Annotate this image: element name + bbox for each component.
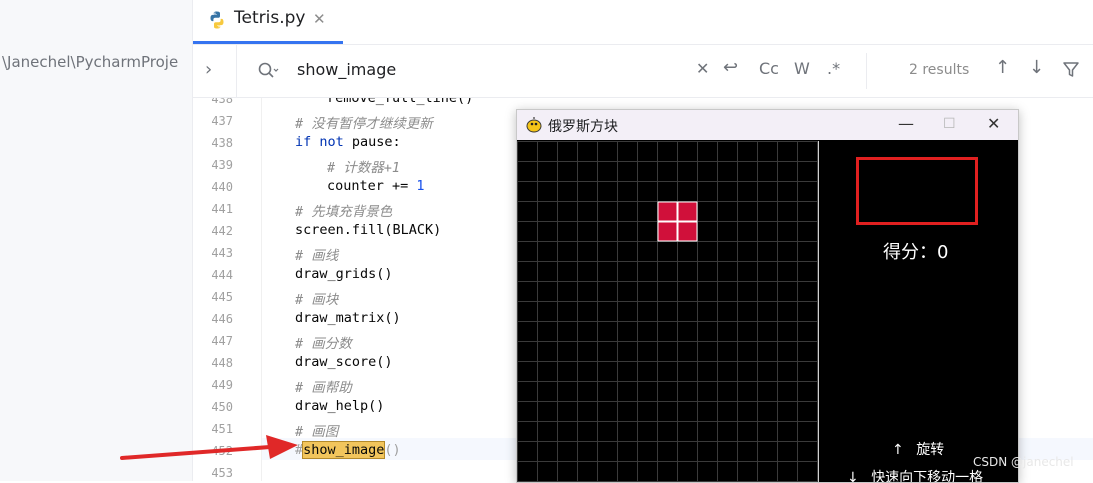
next-piece-preview: [856, 157, 978, 225]
code-line: #show_image(): [295, 441, 401, 459]
code-line: counter += 1: [327, 178, 425, 194]
whole-words-button[interactable]: W: [794, 59, 810, 78]
code-keyword: if not: [295, 134, 344, 150]
line-number: 447: [211, 334, 233, 348]
minimize-button[interactable]: —: [898, 114, 914, 133]
regex-button[interactable]: .*: [827, 59, 840, 78]
results-separator: [866, 53, 867, 89]
code-line: screen.fill(BLACK): [295, 222, 442, 238]
code-line: # 先填充背景色: [295, 200, 392, 220]
code-comment: # 画帮助: [295, 380, 352, 396]
code-line: remove_full_line(): [327, 98, 474, 106]
expand-replace-icon[interactable]: ›: [205, 59, 212, 80]
next-occurrence-icon[interactable]: ↓: [1029, 57, 1044, 78]
tab-label: Tetris.py: [234, 8, 306, 28]
line-number: 445: [211, 290, 233, 304]
help-rotate: ↑ 旋转: [892, 439, 944, 459]
line-number: 442: [211, 224, 233, 238]
search-input[interactable]: [297, 60, 677, 79]
csdn-watermark: CSDN @janechel: [973, 455, 1074, 469]
help-drop-label: 快速向下移动一格: [871, 470, 984, 483]
project-path[interactable]: \Janechel\PycharmProje: [2, 53, 178, 71]
tetris-board[interactable]: [517, 141, 818, 482]
code-comment: # 画分数: [295, 336, 352, 352]
pygame-snake-icon: [526, 117, 542, 133]
project-panel: \Janechel\PycharmProje: [0, 0, 193, 481]
score-display: 得分：0: [883, 242, 949, 263]
line-number: 438: [211, 98, 233, 106]
line-number: 450: [211, 400, 233, 414]
code-line: # 画帮助: [295, 376, 352, 396]
code-comment: # 没有暂停才继续更新: [295, 116, 433, 132]
code-comment: # 画图: [295, 424, 339, 440]
find-bar: › ✕ ↩ Cc W .* 2 results ↑ ↓: [193, 45, 1093, 98]
previous-occurrence-icon[interactable]: ↑: [995, 57, 1010, 78]
line-number: 439: [211, 158, 233, 172]
maximize-button[interactable]: ☐: [943, 116, 956, 132]
line-number: 446: [211, 312, 233, 326]
line-gutter: 438 437 438 439 440 441 442 443 444 445 …: [193, 98, 262, 481]
tetromino-cell: [657, 221, 678, 242]
code-comment: # 计数器+1: [327, 160, 401, 176]
code-text: counter +=: [327, 178, 417, 194]
code-line: # 画块: [295, 288, 338, 308]
match-case-button[interactable]: Cc: [759, 59, 779, 78]
line-number: 440: [211, 180, 233, 194]
board-divider: [818, 141, 819, 482]
editor-tabbar: Tetris.py ✕: [193, 0, 1093, 44]
python-file-icon: [210, 11, 224, 29]
code-text: (): [384, 442, 401, 458]
tab-tetris-py[interactable]: Tetris.py ✕: [193, 0, 343, 44]
filter-icon[interactable]: [1062, 61, 1080, 79]
line-number: 441: [211, 202, 233, 216]
line-number: 453: [211, 466, 233, 480]
up-arrow-icon: ↑: [892, 442, 904, 458]
line-number: 444: [211, 268, 233, 282]
line-number: 438: [211, 136, 233, 150]
down-arrow-icon: ↓: [847, 470, 859, 483]
code-line: # 画分数: [295, 332, 352, 352]
game-window-title: 俄罗斯方块: [548, 119, 618, 135]
code-line: draw_score(): [295, 354, 393, 370]
tetromino-cell: [657, 201, 678, 222]
results-count: 2 results: [909, 62, 970, 78]
help-rotate-label: 旋转: [916, 442, 945, 458]
close-tab-icon[interactable]: ✕: [313, 10, 326, 28]
code-number: 1: [416, 178, 425, 194]
code-line: draw_help(): [295, 398, 385, 414]
code-line: draw_matrix(): [295, 310, 401, 326]
code-line: # 画线: [295, 244, 338, 264]
clear-search-icon[interactable]: ✕: [696, 59, 709, 78]
code-line: # 画图: [295, 420, 338, 440]
line-number: 448: [211, 356, 233, 370]
new-line-icon[interactable]: ↩: [723, 57, 738, 78]
code-line: # 计数器+1: [327, 156, 400, 176]
code-comment: # 画线: [295, 248, 339, 264]
search-match-highlight: show_image: [302, 441, 386, 459]
game-window-titlebar[interactable]: 俄罗斯方块 — ☐ ✕: [517, 110, 1018, 140]
line-number: 443: [211, 246, 233, 260]
code-comment: # 先填充背景色: [295, 204, 393, 220]
annotation-arrow: [120, 435, 298, 460]
code-line: draw_grids(): [295, 266, 393, 282]
code-text: pause:: [343, 134, 401, 150]
close-window-button[interactable]: ✕: [987, 114, 1000, 133]
code-line: # 没有暂停才继续更新: [295, 112, 433, 132]
line-number: 449: [211, 378, 233, 392]
search-history-icon[interactable]: [257, 61, 279, 81]
line-number: 437: [211, 114, 233, 128]
tetromino-cell: [677, 201, 698, 222]
game-window[interactable]: 俄罗斯方块 — ☐ ✕ 得分：0 ↑ 旋转 ↓ 快速向下移动一格: [516, 109, 1019, 483]
find-bar-separator: [236, 45, 237, 97]
code-line: if not pause:: [295, 134, 401, 150]
tetromino-cell: [677, 221, 698, 242]
code-comment: # 画块: [295, 292, 339, 308]
